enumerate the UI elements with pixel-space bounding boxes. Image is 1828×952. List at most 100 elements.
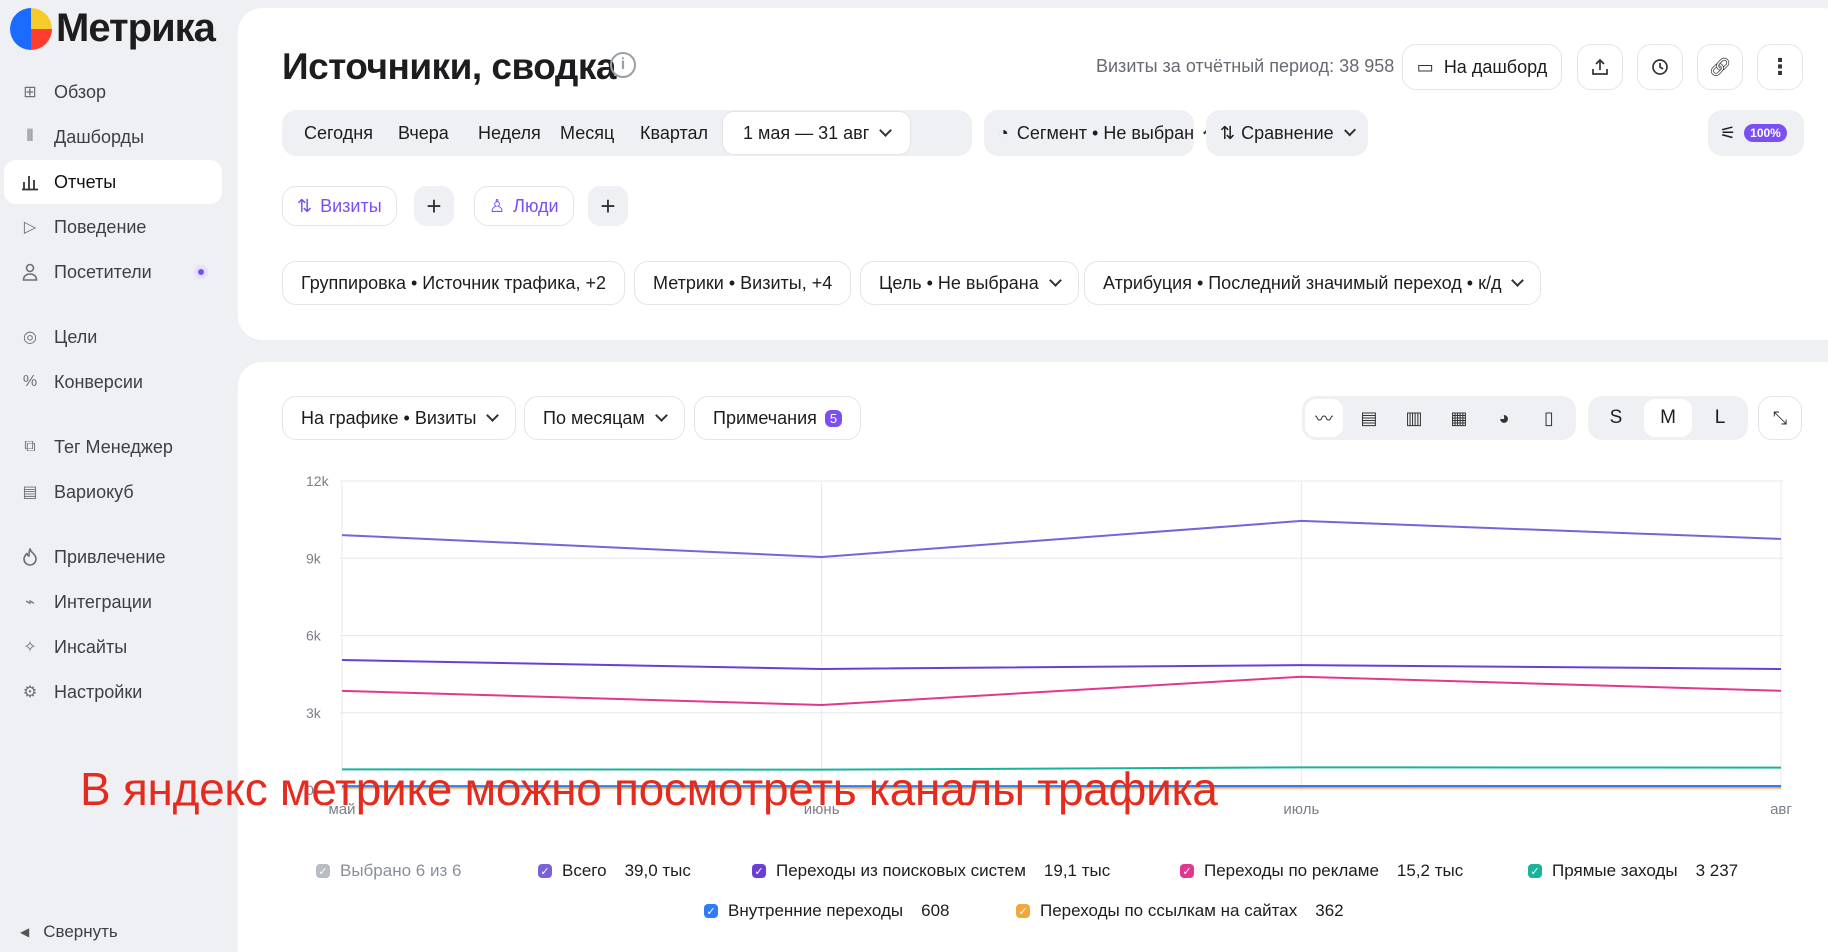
add-visits-metric-button[interactable]: + [414, 186, 454, 226]
chart-size-switcher: S M L [1588, 396, 1748, 440]
notes-label: Примечания [713, 407, 817, 428]
collapse-chart-button[interactable]: ⤡ [1758, 396, 1802, 440]
period-granularity-selector[interactable]: По месяцам [524, 396, 685, 440]
legend-selected-label: Выбрано 6 из 6 [340, 861, 462, 880]
collapse-icon: ⤡ [1772, 407, 1788, 428]
sidebar-item-acquisition[interactable]: Привлечение [4, 535, 222, 579]
period-month[interactable]: Месяц [560, 110, 614, 156]
legend-item-internal[interactable]: ✓ Внутренние переходы 608 [704, 901, 949, 921]
line-chart-type-icon[interactable]: 〰 [1305, 399, 1343, 437]
sidebar-item-label: Посетители [54, 261, 152, 282]
legend-label: Переходы по рекламе [1204, 861, 1379, 880]
stacked-chart-type-icon[interactable]: ▦ [1440, 399, 1478, 437]
checkbox-icon: ✓ [1016, 904, 1030, 918]
chevron-down-icon [486, 409, 500, 422]
sidebar-item-overview[interactable]: ⊞ Обзор [4, 70, 222, 114]
chevron-down-icon [654, 409, 668, 422]
legend-item-direct[interactable]: ✓ Прямые заходы 3 237 [1528, 861, 1738, 881]
collapse-sidebar-button[interactable]: ◀ Свернуть [20, 922, 118, 942]
column-chart-type-icon[interactable]: ▯ [1530, 399, 1568, 437]
visits-metric-chip[interactable]: ⇅ Визиты [282, 186, 397, 226]
segment-icon: ◔ [998, 122, 1009, 143]
checkbox-icon: ✓ [316, 864, 330, 878]
more-options-button[interactable]: ⋮ [1757, 44, 1803, 90]
legend-label: Переходы по ссылкам на сайтах [1040, 901, 1298, 920]
plug-icon: ⌁ [25, 594, 35, 611]
history-button[interactable] [1637, 44, 1683, 90]
user-icon: ♙ [489, 195, 506, 216]
export-button[interactable] [1577, 44, 1623, 90]
percent-icon: % [22, 373, 38, 390]
y-tick-label: 3k [306, 705, 322, 721]
size-m-button[interactable]: M [1644, 399, 1692, 437]
period-yesterday[interactable]: Вчера [398, 110, 449, 156]
sidebar-item-dashboards[interactable]: ⫴ Дашборды [4, 115, 222, 159]
sidebar-item-settings[interactable]: ⚙ Настройки [4, 670, 222, 714]
period-selector: Сегодня Вчера Неделя Месяц Квартал 1 мая… [282, 110, 972, 156]
segment-selector[interactable]: ◔ Сегмент • Не выбран [984, 110, 1211, 156]
grid-icon: ⊞ [23, 84, 37, 101]
bar-chart-type-icon[interactable]: ▥ [1395, 399, 1433, 437]
series-line [341, 658, 1782, 670]
metrics-label: Метрики • Визиты, +4 [653, 272, 833, 293]
app-logo[interactable]: Метрика [10, 6, 216, 51]
to-dashboard-button[interactable]: ▭ На дашборд [1402, 44, 1562, 90]
sidebar-item-behavior[interactable]: ▷ Поведение [4, 205, 222, 249]
legend-item-search[interactable]: ✓ Переходы из поисковых систем 19,1 тыс [752, 861, 1110, 881]
sidebar-item-reports[interactable]: Отчеты [4, 160, 222, 204]
flame-icon [20, 547, 40, 567]
chevron-down-icon [1343, 124, 1356, 137]
comparison-label: Сравнение [1241, 122, 1334, 143]
goal-selector[interactable]: Цель • Не выбрана [860, 261, 1079, 305]
info-icon[interactable]: i [610, 52, 636, 78]
legend-select-all[interactable]: ✓ Выбрано 6 из 6 [316, 861, 461, 881]
date-range-picker[interactable]: 1 мая — 31 авг [722, 111, 912, 155]
goal-label: Цель • Не выбрана [879, 272, 1039, 293]
x-tick-label: авг [1770, 801, 1792, 818]
period-today[interactable]: Сегодня [304, 110, 373, 156]
legend-item-links[interactable]: ✓ Переходы по ссылкам на сайтах 362 [1016, 901, 1344, 921]
on-chart-label: На графике • Визиты [301, 407, 477, 428]
collapse-label: Свернуть [43, 922, 118, 941]
add-people-metric-button[interactable]: + [588, 186, 628, 226]
legend-label: Всего [562, 861, 607, 880]
comparison-selector[interactable]: ⇅ Сравнение [1206, 110, 1368, 156]
sidebar-item-insights[interactable]: ✧ Инсайты [4, 625, 222, 669]
area-chart-type-icon[interactable]: ▤ [1350, 399, 1388, 437]
checkbox-icon: ✓ [1528, 864, 1542, 878]
period-week[interactable]: Неделя [478, 110, 541, 156]
legend-item-ads[interactable]: ✓ Переходы по рекламе 15,2 тыс [1180, 861, 1463, 881]
period-granularity-label: По месяцам [543, 407, 645, 428]
pie-chart-type-icon[interactable]: ◕ [1485, 399, 1523, 437]
sidebar-item-integrations[interactable]: ⌁ Интеграции [4, 580, 222, 624]
notes-button[interactable]: Примечания 5 [694, 396, 862, 440]
sidebar-item-variocube[interactable]: ▤ Вариокуб [4, 470, 222, 514]
sampling-badge: 100% [1744, 124, 1787, 142]
metrics-selector[interactable]: Метрики • Визиты, +4 [634, 261, 852, 305]
size-s-button[interactable]: S [1592, 399, 1640, 437]
people-metric-chip[interactable]: ♙ Люди [474, 186, 574, 226]
visits-total-text: Визиты за отчётный период: 38 958 [1096, 56, 1395, 76]
sidebar-item-label: Инсайты [54, 636, 128, 657]
attribution-selector[interactable]: Атрибуция • Последний значимый переход •… [1084, 261, 1542, 305]
sidebar-item-visitors[interactable]: Посетители [4, 250, 222, 294]
legend-value: 608 [921, 901, 950, 920]
copy-link-button[interactable]: 🔗︎ [1697, 44, 1743, 90]
sidebar-item-conversions[interactable]: % Конверсии [4, 360, 222, 404]
sidebar-item-goals[interactable]: ◎ Цели [4, 315, 222, 359]
bar-chart-icon [20, 172, 40, 192]
grouping-selector[interactable]: Группировка • Источник трафика, +2 [282, 261, 626, 305]
sidebar-item-tag-manager[interactable]: ⧉ Тег Менеджер [4, 425, 222, 469]
tag-icon: ⧉ [24, 438, 36, 455]
period-quarter[interactable]: Квартал [640, 110, 708, 156]
new-badge-dot [194, 265, 208, 279]
legend-item-total[interactable]: ✓ Всего 39,0 тыс [538, 861, 691, 881]
grouping-label: Группировка • Источник трафика, +2 [301, 272, 607, 293]
segment-label: Сегмент • Не выбран [1016, 122, 1195, 143]
size-l-button[interactable]: L [1696, 399, 1744, 437]
on-chart-selector[interactable]: На графике • Визиты [282, 396, 517, 440]
y-tick-label: 6k [306, 628, 322, 644]
sparkle-icon: ✧ [23, 639, 37, 656]
sampling-settings-button[interactable]: ⚟ 100% [1708, 110, 1804, 156]
to-dashboard-label: На дашборд [1443, 56, 1548, 77]
